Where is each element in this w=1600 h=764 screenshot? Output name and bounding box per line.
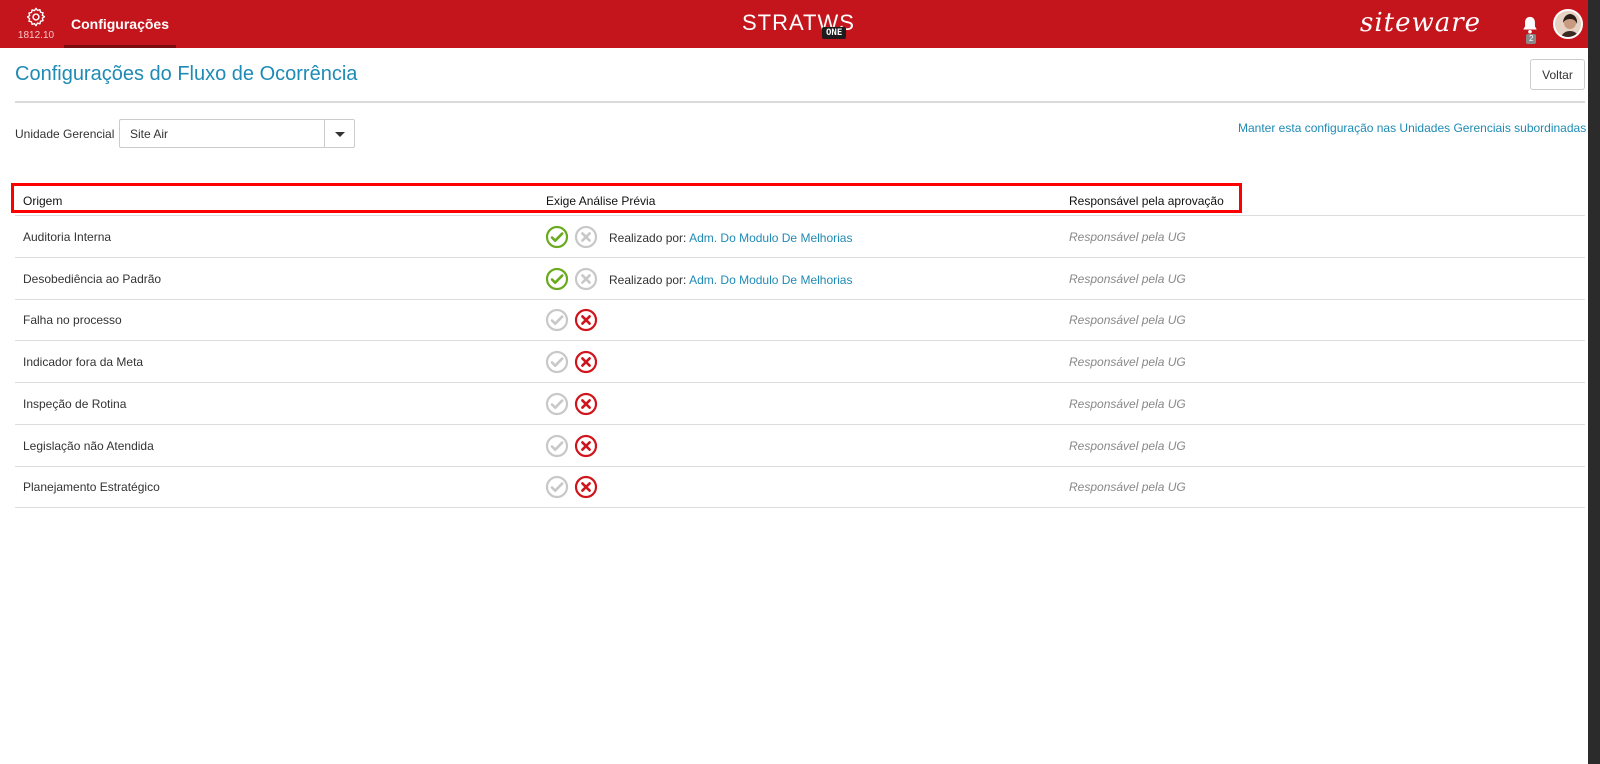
- analysis-toggle: [545, 475, 605, 501]
- window-scrollbar[interactable]: [1588, 0, 1600, 764]
- performed-by: Realizado por: Adm. Do Modulo De Melhori…: [609, 273, 852, 287]
- version-label: 1812.10: [17, 30, 55, 41]
- table-row: Falha no processo Responsável pela UG: [15, 299, 1585, 342]
- row-origin: Auditoria Interna: [23, 230, 112, 244]
- check-circle-icon[interactable]: [545, 392, 569, 416]
- cross-circle-icon[interactable]: [574, 475, 598, 499]
- unit-select-value: Site Air: [130, 127, 169, 141]
- row-responsible: Responsável pela UG: [1069, 313, 1186, 328]
- performed-by-link[interactable]: Adm. Do Modulo De Melhorias: [689, 231, 852, 245]
- row-origin: Indicador fora da Meta: [23, 355, 144, 370]
- performed-by-label: Realizado por:: [609, 231, 690, 245]
- check-circle-icon[interactable]: [545, 434, 569, 458]
- unit-label: Unidade Gerencial: [15, 127, 115, 141]
- check-circle-icon[interactable]: [545, 267, 569, 291]
- table-row: Auditoria Interna Realizado por: Adm. Do…: [15, 216, 1585, 258]
- table-row: Desobediência ao Padrão Realizado por: A…: [15, 258, 1585, 300]
- analysis-toggle: [545, 434, 605, 460]
- performed-by-label: Realizado por:: [609, 272, 690, 287]
- settings-button[interactable]: 1812.10: [14, 6, 58, 46]
- table-row: Indicador fora da Meta Responsável pela …: [15, 341, 1585, 384]
- unit-select-toggle[interactable]: [324, 120, 354, 147]
- title-divider: [15, 101, 1585, 103]
- unit-select[interactable]: Site Air: [119, 119, 355, 148]
- subordinate-units-link[interactable]: Manter esta configuração nas Unidades Ge…: [1238, 121, 1586, 135]
- analysis-toggle: [545, 350, 605, 376]
- notification-count: 2: [1526, 34, 1537, 44]
- check-circle-icon[interactable]: [545, 350, 569, 374]
- table-row: Planejamento Estratégico Responsável pel…: [15, 466, 1585, 509]
- row-origin: Falha no processo: [23, 313, 122, 328]
- tab-configuracoes[interactable]: Configurações: [64, 0, 176, 48]
- header-highlight: [11, 183, 1242, 213]
- row-responsible: Responsável pela UG: [1069, 480, 1186, 495]
- row-responsible: Responsável pela UG: [1069, 438, 1186, 453]
- analysis-toggle: [545, 225, 605, 251]
- table-row: Inspeção de Rotina Responsável pela UG: [15, 383, 1585, 425]
- row-responsible: Responsável pela UG: [1069, 355, 1186, 370]
- cross-circle-icon[interactable]: [574, 434, 598, 458]
- back-button[interactable]: Voltar: [1530, 59, 1585, 90]
- cross-circle-icon[interactable]: [574, 267, 598, 291]
- analysis-toggle: [545, 308, 605, 334]
- top-bar: 1812.10 Configurações STRATWS ONE sitewa…: [0, 0, 1588, 48]
- row-responsible: Responsável pela UG: [1069, 271, 1186, 286]
- cross-circle-icon[interactable]: [574, 350, 598, 374]
- performed-by: Realizado por: Adm. Do Modulo De Melhori…: [609, 231, 852, 245]
- cross-circle-icon[interactable]: [574, 308, 598, 332]
- row-responsible: Responsável pela UG: [1069, 396, 1186, 411]
- check-circle-icon[interactable]: [545, 475, 569, 499]
- stratws-logo: STRATWS ONE: [742, 8, 862, 42]
- row-origin: Inspeção de Rotina: [23, 396, 127, 411]
- row-origin: Planejamento Estratégico: [23, 480, 160, 495]
- caret-down-icon: [335, 132, 345, 137]
- bell-icon[interactable]: [1521, 15, 1539, 35]
- check-circle-icon[interactable]: [545, 308, 569, 332]
- analysis-toggle: [545, 267, 605, 293]
- siteware-logo: siteware: [1360, 8, 1482, 38]
- cross-circle-icon[interactable]: [574, 392, 598, 416]
- performed-by-link[interactable]: Adm. Do Modulo De Melhorias: [689, 273, 852, 287]
- avatar-image: [1555, 11, 1581, 37]
- logo-badge: ONE: [822, 27, 847, 39]
- row-responsible: Responsável pela UG: [1069, 230, 1186, 244]
- table-row: Legislação não Atendida Responsável pela…: [15, 425, 1585, 467]
- analysis-toggle: [545, 392, 605, 418]
- gear-icon: [26, 7, 46, 27]
- row-origin: Legislação não Atendida: [23, 438, 154, 453]
- user-avatar[interactable]: [1553, 9, 1583, 39]
- page-title: Configurações do Fluxo de Ocorrência: [15, 63, 358, 85]
- check-circle-icon[interactable]: [545, 225, 569, 249]
- cross-circle-icon[interactable]: [574, 225, 598, 249]
- row-origin: Desobediência ao Padrão: [23, 271, 162, 286]
